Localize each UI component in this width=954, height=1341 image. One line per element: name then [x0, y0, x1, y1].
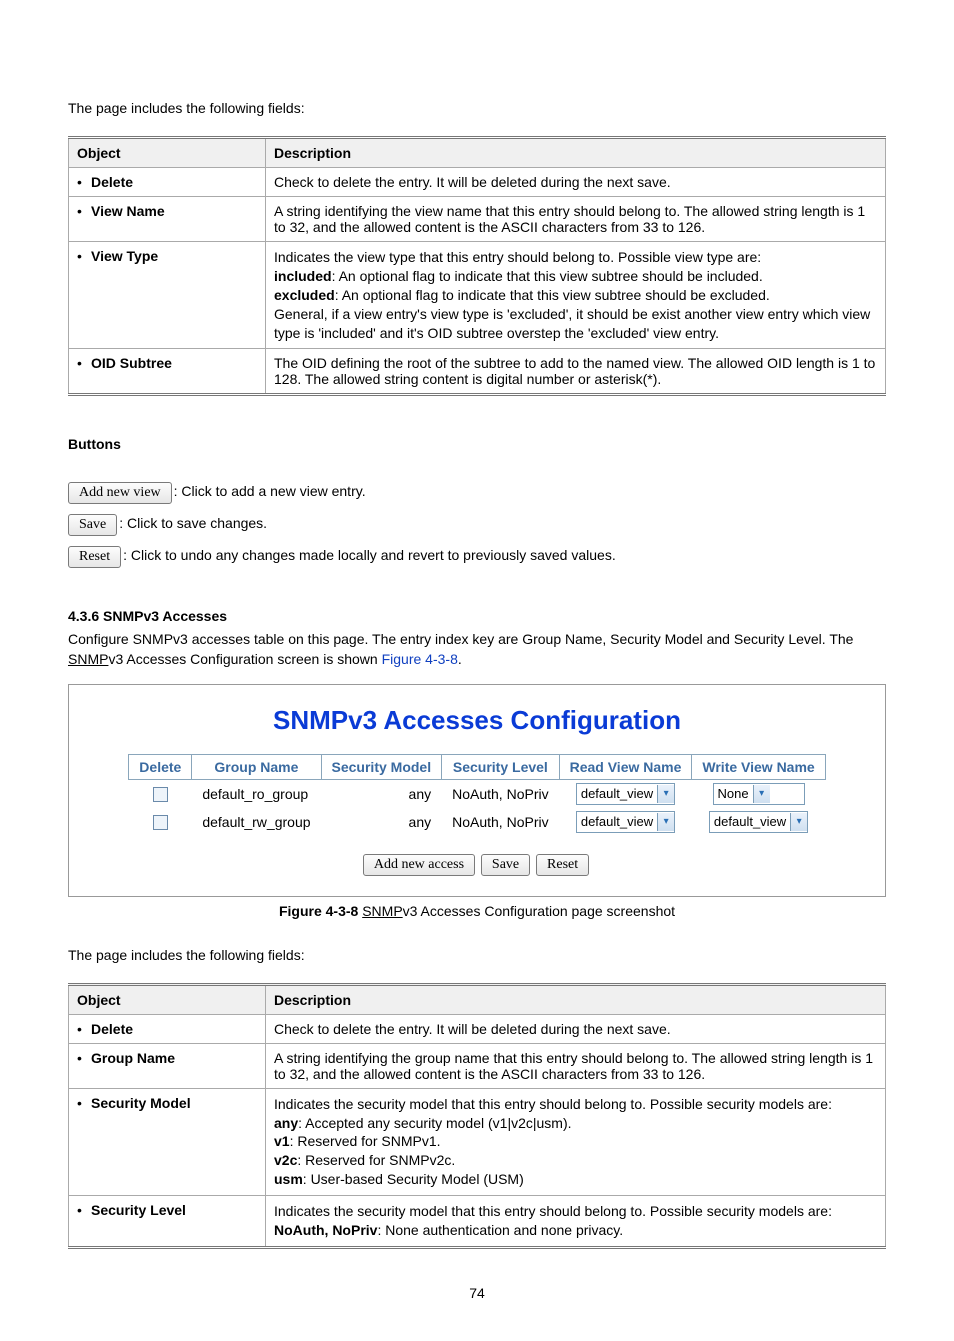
read-view-select[interactable]: default_view ▾	[576, 783, 675, 805]
obj-label: Group Name	[91, 1050, 175, 1066]
table-row: default_ro_group any NoAuth, NoPriv defa…	[129, 779, 825, 808]
btn-desc: : Click to add a new view entry.	[174, 483, 366, 499]
table-row: •Group Name A string identifying the gro…	[69, 1043, 886, 1088]
write-view-select[interactable]: default_view ▾	[709, 811, 808, 833]
buttons-heading: Buttons	[68, 436, 886, 452]
page-number: 74	[68, 1285, 886, 1301]
fields-table-views: Object Description •Delete Check to dele…	[68, 136, 886, 396]
obj-label: Security Level	[91, 1202, 186, 1218]
chevron-down-icon: ▾	[657, 785, 674, 803]
cell-group: default_rw_group	[192, 808, 321, 836]
intro-text-1: The page includes the following fields:	[68, 100, 886, 116]
obj-label: Delete	[91, 1021, 133, 1037]
col-object: Object	[69, 138, 266, 168]
screenshot-title: SNMPv3 Accesses Configuration	[79, 705, 875, 736]
obj-desc: A string identifying the group name that…	[266, 1043, 886, 1088]
save-button[interactable]: Save	[481, 854, 530, 876]
chevron-down-icon: ▾	[753, 785, 770, 803]
col-read-view: Read View Name	[559, 754, 692, 779]
obj-desc: The OID defining the root of the subtree…	[266, 349, 886, 395]
intro-text-2: The page includes the following fields:	[68, 947, 886, 963]
read-view-select[interactable]: default_view ▾	[576, 811, 675, 833]
obj-desc: Indicates the security model that this e…	[266, 1196, 886, 1248]
col-group-name: Group Name	[192, 754, 321, 779]
section-body: Configure SNMPv3 accesses table on this …	[68, 630, 886, 669]
table-row: default_rw_group any NoAuth, NoPriv defa…	[129, 808, 825, 836]
table-row: •Security Level Indicates the security m…	[69, 1196, 886, 1248]
col-security-model: Security Model	[321, 754, 442, 779]
obj-desc: Check to delete the entry. It will be de…	[266, 168, 886, 197]
obj-label: View Type	[91, 248, 158, 264]
accesses-config-screenshot: SNMPv3 Accesses Configuration Delete Gro…	[68, 684, 886, 897]
fields-table-accesses: Object Description •Delete Check to dele…	[68, 983, 886, 1249]
cell-model: any	[321, 808, 442, 836]
table-row: •View Type Indicates the view type that …	[69, 242, 886, 349]
obj-desc: A string identifying the view name that …	[266, 197, 886, 242]
cell-group: default_ro_group	[192, 779, 321, 808]
col-delete: Delete	[129, 754, 192, 779]
figure-caption: Figure 4-3-8 SNMPv3 Accesses Configurati…	[68, 903, 886, 919]
cell-level: NoAuth, NoPriv	[442, 808, 559, 836]
add-new-view-button[interactable]: Add new view	[68, 482, 172, 504]
table-row: •Security Model Indicates the security m…	[69, 1088, 886, 1195]
reset-button[interactable]: Reset	[68, 546, 121, 568]
obj-desc: Indicates the security model that this e…	[266, 1088, 886, 1195]
delete-checkbox[interactable]	[153, 815, 168, 830]
section-heading-accesses: 4.3.6 SNMPv3 Accesses	[68, 608, 886, 624]
chevron-down-icon: ▾	[790, 813, 807, 831]
obj-desc: Indicates the view type that this entry …	[266, 242, 886, 349]
obj-label: OID Subtree	[91, 355, 172, 371]
col-object: Object	[69, 984, 266, 1014]
table-row: •View Name A string identifying the view…	[69, 197, 886, 242]
col-write-view: Write View Name	[692, 754, 825, 779]
obj-label: Delete	[91, 174, 133, 190]
cell-model: any	[321, 779, 442, 808]
write-view-select[interactable]: None ▾	[713, 783, 805, 805]
save-button[interactable]: Save	[68, 514, 117, 536]
col-description: Description	[266, 138, 886, 168]
obj-label: Security Model	[91, 1095, 191, 1111]
btn-desc: : Click to save changes.	[119, 515, 267, 531]
btn-desc: : Click to undo any changes made locally…	[123, 547, 616, 563]
accesses-table: Delete Group Name Security Model Securit…	[128, 754, 825, 836]
col-security-level: Security Level	[442, 754, 559, 779]
add-new-access-button[interactable]: Add new access	[363, 854, 475, 876]
col-description: Description	[266, 984, 886, 1014]
chevron-down-icon: ▾	[657, 813, 674, 831]
reset-button[interactable]: Reset	[536, 854, 589, 876]
figure-link[interactable]: Figure 4-3-8	[382, 651, 458, 667]
delete-checkbox[interactable]	[153, 787, 168, 802]
cell-level: NoAuth, NoPriv	[442, 779, 559, 808]
obj-label: View Name	[91, 203, 165, 219]
table-row: •Delete Check to delete the entry. It wi…	[69, 1014, 886, 1043]
table-row: •OID Subtree The OID defining the root o…	[69, 349, 886, 395]
table-row: •Delete Check to delete the entry. It wi…	[69, 168, 886, 197]
obj-desc: Check to delete the entry. It will be de…	[266, 1014, 886, 1043]
